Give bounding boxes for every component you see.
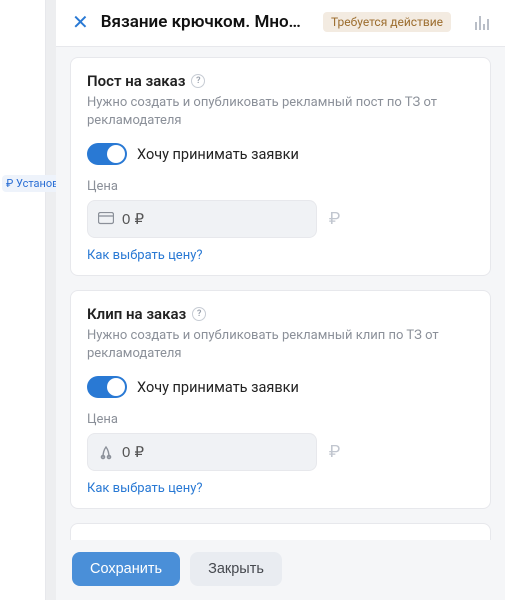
clip-title: Клип на заказ [87, 305, 186, 323]
post-price-help-link[interactable]: Как выбрать цену? [87, 248, 202, 263]
background-sidebar: ₽ Установ [0, 0, 46, 600]
clip-title-row: Клип на заказ ? [87, 305, 474, 323]
post-toggle-row: Хочу принимать заявки [87, 143, 474, 165]
info-icon[interactable]: ? [192, 307, 206, 321]
info-icon[interactable]: ? [191, 74, 205, 88]
close-icon[interactable]: ✕ [72, 12, 89, 32]
post-title: Пост на заказ [87, 72, 185, 90]
stats-icon[interactable] [475, 14, 489, 30]
clip-price-field[interactable] [122, 444, 321, 461]
contact-card: Контакт для связи ? Кому может написать … [70, 523, 491, 540]
clip-toggle[interactable] [87, 376, 127, 398]
clip-toggle-row: Хочу принимать заявки [87, 376, 474, 398]
post-card: Пост на заказ ? Нужно создать и опублико… [70, 57, 491, 276]
card-icon [98, 212, 114, 226]
clip-card: Клип на заказ ? Нужно создать и опублико… [70, 290, 491, 509]
close-button[interactable]: Закрыть [190, 552, 282, 586]
dialog-header: ✕ Вязание крючком. Множество ... Требует… [56, 0, 505, 47]
dialog-footer: Сохранить Закрыть [56, 540, 505, 600]
clip-toggle-label: Хочу принимать заявки [137, 379, 299, 396]
settings-dialog: ✕ Вязание крючком. Множество ... Требует… [56, 0, 505, 600]
dialog-title: Вязание крючком. Множество ... [101, 12, 311, 32]
clip-price-input[interactable]: ₽ [87, 433, 317, 471]
post-desc: Нужно создать и опубликовать рекламный п… [87, 94, 474, 129]
ruble-icon: ₽ [329, 209, 340, 229]
post-price-input[interactable]: ₽ [87, 200, 317, 238]
clip-icon [98, 444, 114, 460]
post-title-row: Пост на заказ ? [87, 72, 474, 90]
save-button[interactable]: Сохранить [72, 552, 180, 586]
dialog-scroll[interactable]: Пост на заказ ? Нужно создать и опублико… [56, 47, 505, 540]
post-toggle-label: Хочу принимать заявки [137, 146, 299, 163]
post-toggle[interactable] [87, 143, 127, 165]
clip-desc: Нужно создать и опубликовать рекламный к… [87, 327, 474, 362]
clip-price-help-link[interactable]: Как выбрать цену? [87, 481, 202, 496]
post-price-label: Цена [87, 179, 474, 194]
clip-price-label: Цена [87, 412, 474, 427]
status-badge: Требуется действие [323, 12, 451, 32]
bg-install-chip: ₽ Установ [2, 175, 62, 192]
ruble-icon: ₽ [329, 442, 340, 462]
post-price-field[interactable] [122, 211, 321, 228]
